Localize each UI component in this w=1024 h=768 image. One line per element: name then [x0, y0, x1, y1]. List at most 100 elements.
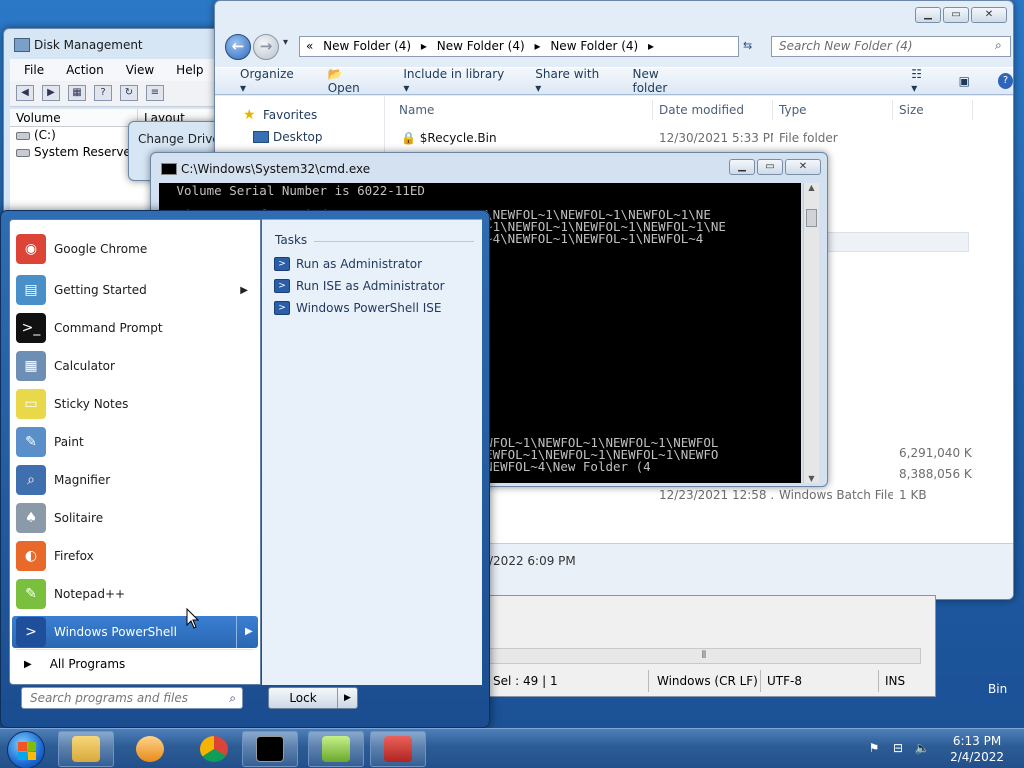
toolbox-icon: [384, 736, 412, 762]
scroll-down-icon[interactable]: ▼: [804, 474, 819, 483]
start-search-input[interactable]: Search programs and files ⌕: [21, 687, 243, 709]
start-button[interactable]: [7, 731, 45, 768]
menu-view[interactable]: View: [126, 59, 154, 81]
start-program-magnifier[interactable]: ⌕ Magnifier: [12, 462, 258, 498]
back-button[interactable]: ←: [225, 34, 251, 60]
jump-list: Tasks > Run as Administrator > Run ISE as …: [262, 219, 482, 685]
taskbar-toolbox[interactable]: [370, 731, 426, 767]
forward-button[interactable]: →: [253, 34, 279, 60]
start-program-paint[interactable]: ✎ Paint: [12, 424, 258, 460]
scroll-thumb[interactable]: [806, 209, 817, 227]
help-icon[interactable]: ?: [94, 85, 112, 101]
file-row[interactable]: 🔒 $Recycle.Bin 12/30/2021 5:33 PM File f…: [395, 128, 973, 148]
include-in-library-button[interactable]: Include in library ▾: [403, 67, 507, 95]
action-center-icon[interactable]: ⚑: [866, 741, 882, 757]
power-options-arrow-icon[interactable]: ▶: [337, 688, 357, 708]
all-programs-button[interactable]: ▶ All Programs: [24, 657, 125, 671]
search-input[interactable]: Search New Folder (4): [771, 36, 1011, 57]
start-program-notepad[interactable]: ✎ Notepad++: [12, 576, 258, 612]
recent-pages-icon[interactable]: ▾: [283, 37, 288, 48]
caption-buttons: ▁ ▭ ✕: [915, 7, 1007, 23]
clock[interactable]: 6:13 PM 2/4/2022: [950, 733, 1004, 765]
chrome-icon: ◉: [16, 234, 46, 264]
taskbar-explorer[interactable]: [58, 731, 114, 767]
start-menu[interactable]: ◉ Google Chrome ▤ Getting Started ▶ >_ Command…: [0, 210, 490, 728]
refresh-icon[interactable]: ⇆: [743, 39, 752, 52]
file-date: 12/23/2021 12:58 ...: [659, 488, 773, 502]
view-options-icon[interactable]: ☷ ▾: [911, 67, 930, 95]
start-program-windows-powershell[interactable]: > Windows PowerShell ▶: [12, 616, 258, 648]
lock-button[interactable]: Lock ▶: [268, 687, 358, 709]
column-size[interactable]: Size: [893, 100, 973, 120]
organize-button[interactable]: Organize ▾: [240, 67, 300, 95]
menu-action[interactable]: Action: [66, 59, 104, 81]
column-type[interactable]: Type: [773, 100, 893, 120]
mouse-cursor-icon: [186, 608, 200, 629]
submenu-arrow-icon[interactable]: ▶: [236, 616, 258, 648]
breadcrumb-item[interactable]: New Folder (4): [437, 39, 525, 53]
submenu-arrow-icon[interactable]: ▶: [240, 285, 248, 296]
back-icon[interactable]: ◀: [16, 85, 34, 101]
breadcrumb-separator[interactable]: ▸: [648, 39, 654, 53]
task-run-as-administrator[interactable]: > Run as Administrator: [274, 257, 422, 271]
start-program-solitaire[interactable]: ♠ Solitaire: [12, 500, 258, 536]
menu-help[interactable]: Help: [176, 59, 203, 81]
properties-icon[interactable]: ≡: [146, 85, 164, 101]
start-program-firefox[interactable]: ◐ Firefox: [12, 538, 258, 574]
close-button[interactable]: ✕: [971, 7, 1007, 23]
horizontal-scrollbar[interactable]: ⦀: [487, 648, 921, 664]
lock-label: Lock: [289, 691, 317, 705]
file-name-text: $Recycle.Bin: [419, 131, 497, 145]
help-icon[interactable]: ?: [997, 73, 1013, 89]
task-windows-powershell-ise[interactable]: > Windows PowerShell ISE: [274, 301, 442, 315]
search-icon: ⌕: [229, 691, 236, 705]
start-program-sticky-notes[interactable]: ▭ Sticky Notes: [12, 386, 258, 422]
desktop-recycle-bin-label[interactable]: Bin: [988, 682, 1007, 696]
maximize-button[interactable]: ▭: [757, 159, 783, 175]
address-bar[interactable]: « New Folder (4) ▸ New Folder (4) ▸ New …: [299, 36, 739, 57]
breadcrumb-separator[interactable]: ▸: [534, 39, 540, 53]
network-icon[interactable]: ⊟: [890, 741, 906, 757]
task-run-ise-as-administrator[interactable]: > Run ISE as Administrator: [274, 279, 445, 293]
taskbar-notepadpp[interactable]: [308, 731, 364, 767]
refresh-icon[interactable]: ↻: [120, 85, 138, 101]
minimize-button[interactable]: ▁: [729, 159, 755, 175]
vertical-scrollbar[interactable]: ▲ ▼: [803, 183, 819, 483]
start-program-calculator[interactable]: ▦ Calculator: [12, 348, 258, 384]
maximize-button[interactable]: ▭: [943, 7, 969, 23]
command-prompt-icon: >_: [16, 313, 46, 343]
preview-pane-icon[interactable]: ▣: [959, 74, 970, 88]
task-label: Run as Administrator: [296, 257, 423, 271]
volume-label: System Reserved: [34, 145, 139, 159]
taskbar-media-player[interactable]: [122, 731, 178, 767]
volume-icon[interactable]: 🔈: [914, 741, 930, 757]
scroll-up-icon[interactable]: ▲: [804, 183, 819, 192]
favorites-item[interactable]: Favorites: [263, 108, 317, 122]
breadcrumb-overflow[interactable]: «: [306, 39, 313, 53]
program-label: Sticky Notes: [54, 397, 129, 411]
desktop-item[interactable]: Desktop: [273, 130, 323, 144]
start-program-getting-started[interactable]: ▤ Getting Started ▶: [12, 272, 258, 308]
grid-icon[interactable]: ▦: [68, 85, 86, 101]
new-folder-button[interactable]: New folder: [632, 67, 693, 95]
notepadpp-window[interactable]: ⦀ Sel : 49 | 1 Windows (CR LF) UTF-8 INS: [470, 595, 936, 697]
taskbar-cmd[interactable]: [242, 731, 298, 767]
breadcrumb-separator[interactable]: ▸: [421, 39, 427, 53]
menu-file[interactable]: File: [24, 59, 44, 81]
close-button[interactable]: ✕: [785, 159, 821, 175]
column-date-modified[interactable]: Date modified: [653, 100, 773, 120]
column-volume[interactable]: Volume: [10, 109, 138, 126]
open-label: Open: [327, 81, 360, 95]
start-program-command-prompt[interactable]: >_ Command Prompt: [12, 310, 258, 346]
minimize-button[interactable]: ▁: [915, 7, 941, 23]
breadcrumb-item[interactable]: New Folder (4): [323, 39, 411, 53]
column-name[interactable]: Name: [393, 100, 653, 120]
program-label: Magnifier: [54, 473, 111, 487]
breadcrumb-item[interactable]: New Folder (4): [550, 39, 638, 53]
share-with-button[interactable]: Share with ▾: [535, 67, 604, 95]
start-program-google-chrome[interactable]: ◉ Google Chrome: [12, 231, 258, 267]
forward-icon[interactable]: ▶: [42, 85, 60, 101]
column-headers: Name Date modified Type Size: [393, 100, 1013, 120]
taskbar-chrome[interactable]: [186, 731, 242, 767]
open-button[interactable]: 📂 Open: [328, 67, 376, 95]
